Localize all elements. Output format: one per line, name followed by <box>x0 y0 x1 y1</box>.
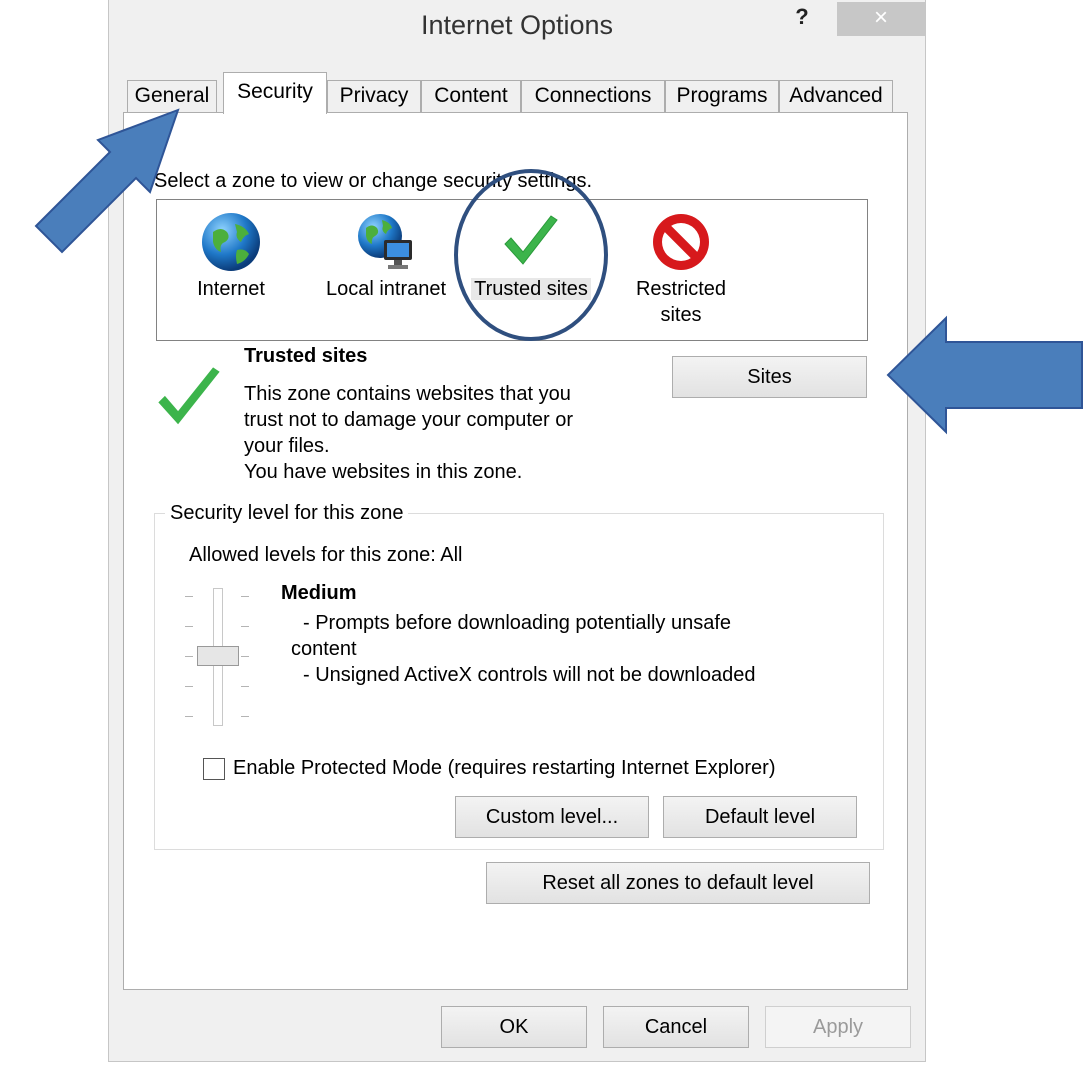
annotation-overlay <box>34 108 1083 435</box>
tab-security[interactable]: Security <box>223 72 327 114</box>
arrow-to-sites-button <box>886 315 1083 435</box>
arrow-to-security-tab <box>34 108 180 254</box>
highlight-circle-trusted-sites <box>454 169 608 341</box>
